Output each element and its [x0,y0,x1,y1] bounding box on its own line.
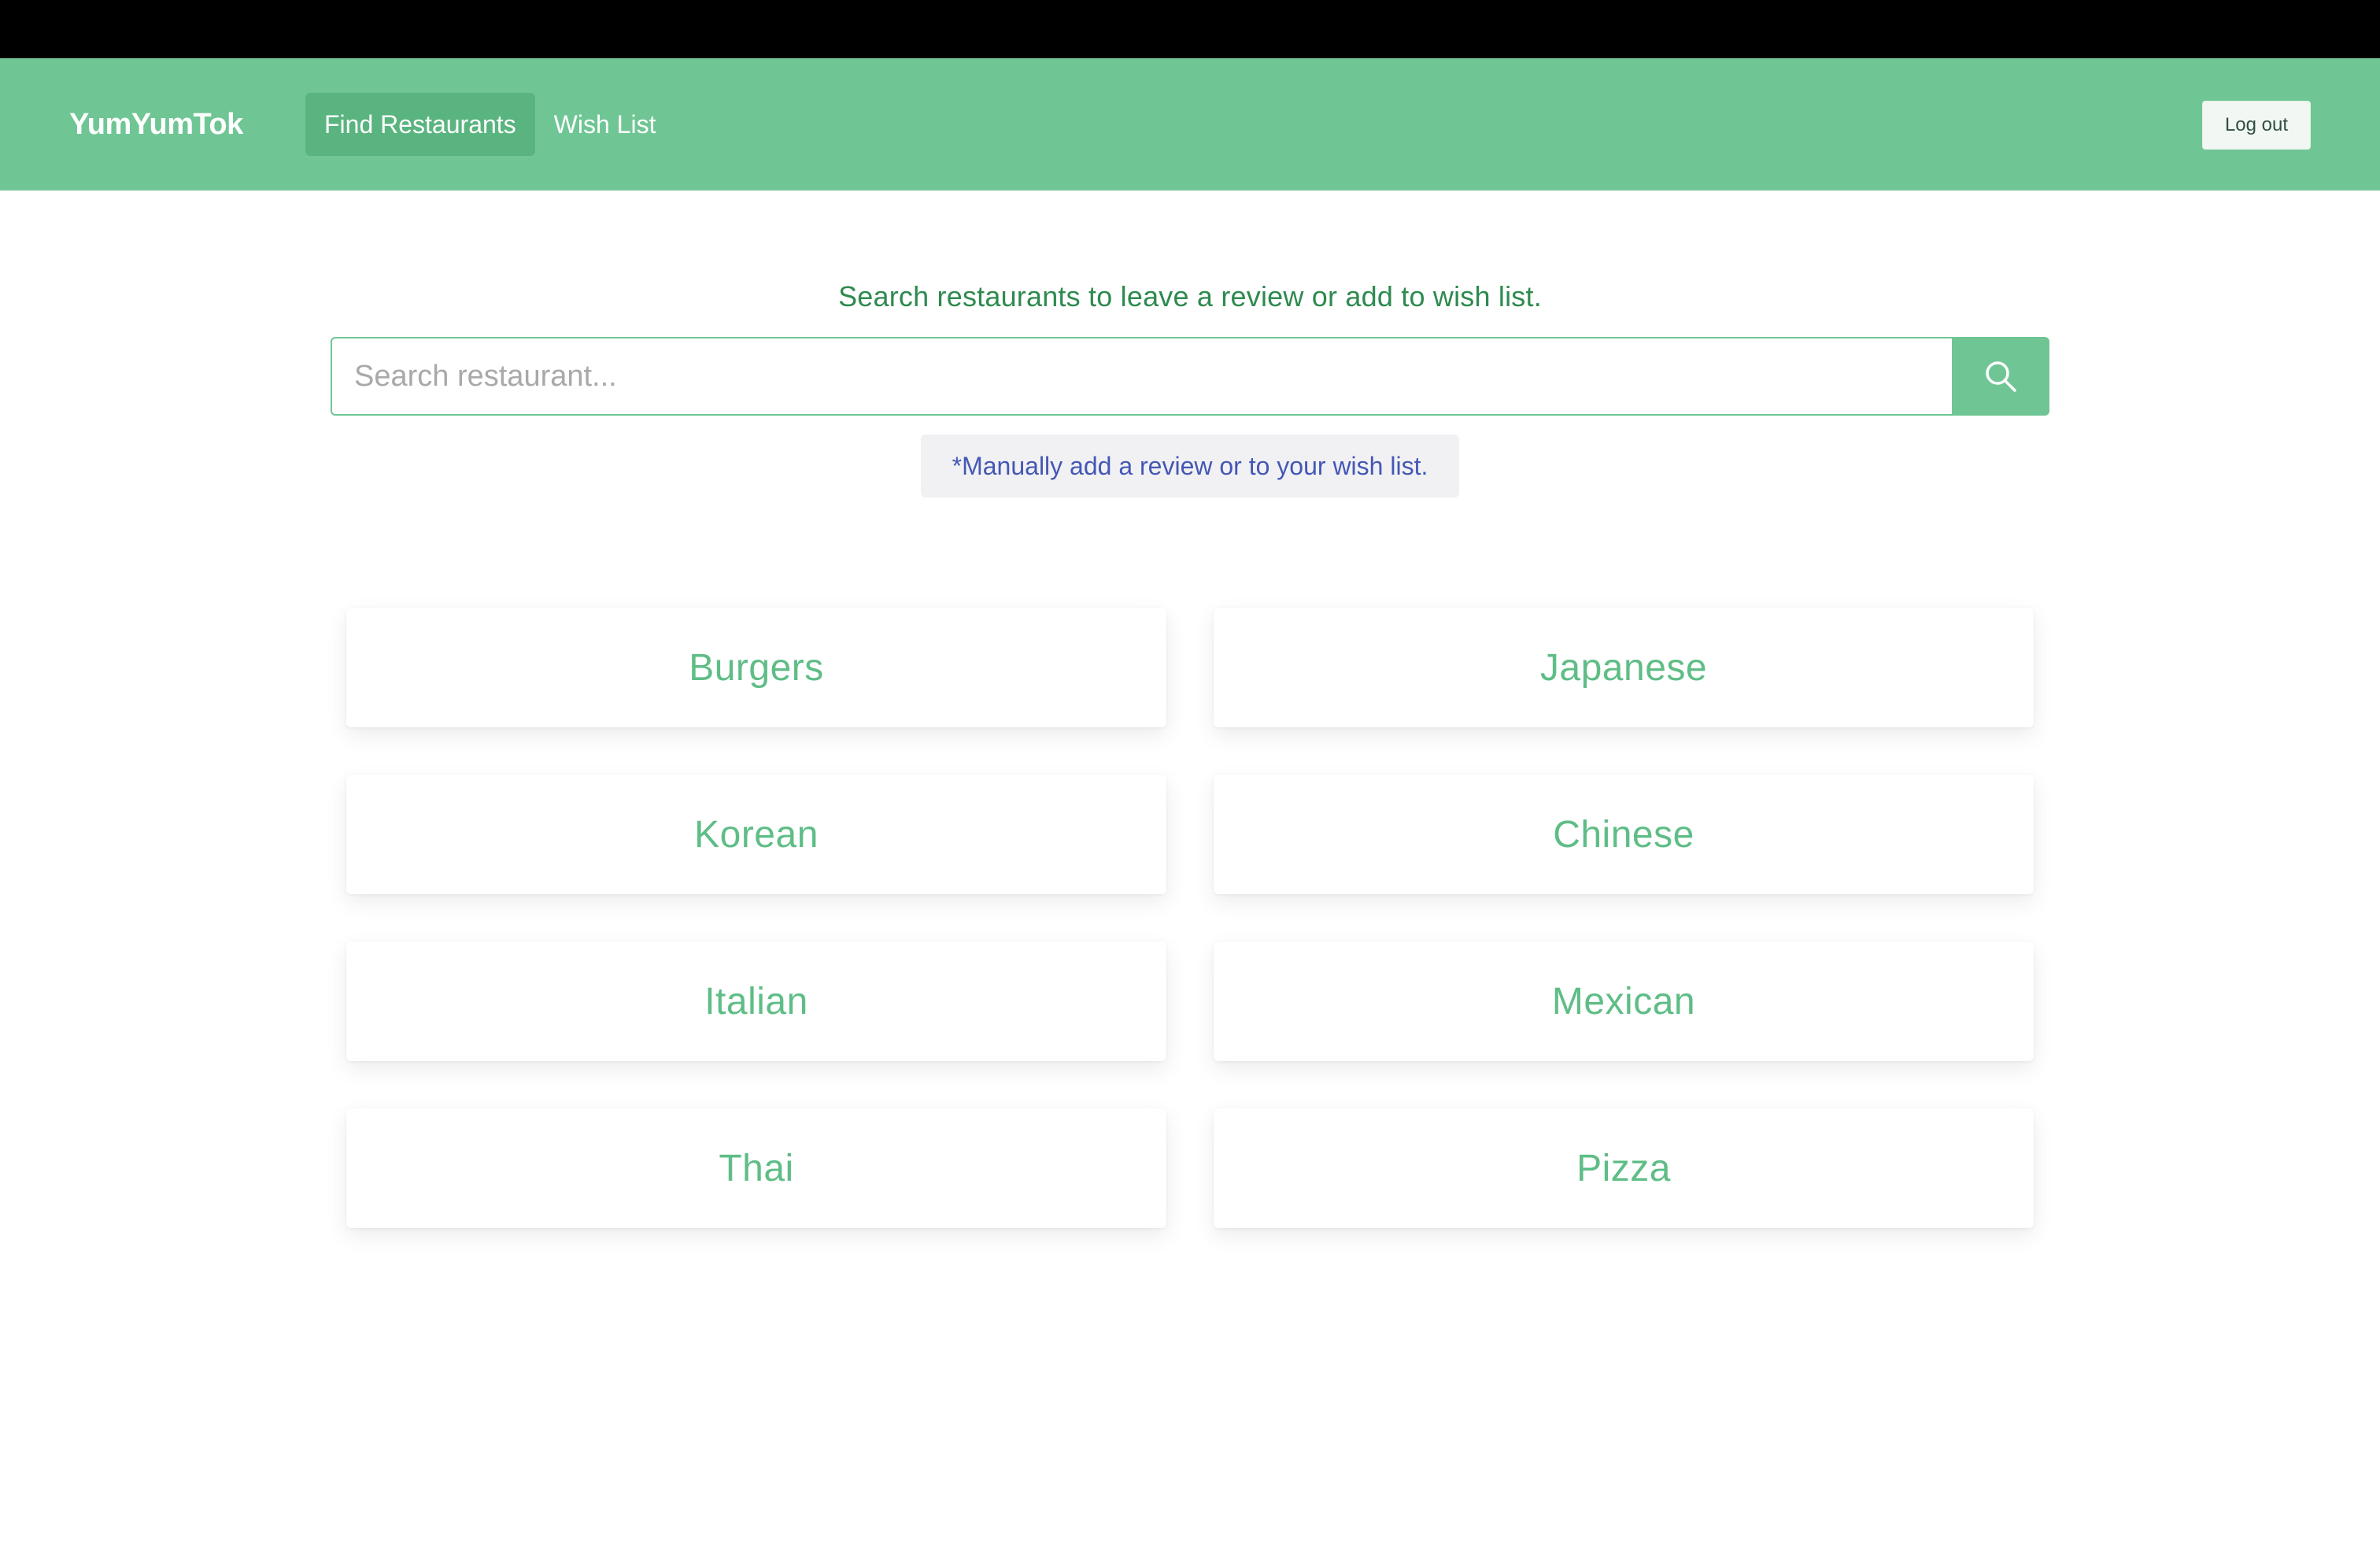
brand-logo[interactable]: YumYumTok [69,58,243,190]
category-card-japanese[interactable]: Japanese [1214,608,2034,727]
search-bar [331,337,2049,416]
category-card-italian[interactable]: Italian [346,941,1166,1061]
logout-button[interactable]: Log out [2202,101,2311,150]
category-card-korean[interactable]: Korean [346,775,1166,894]
category-card-pizza[interactable]: Pizza [1214,1108,2034,1228]
category-card-mexican[interactable]: Mexican [1214,941,2034,1061]
search-button[interactable] [1952,337,2049,416]
category-card-burgers[interactable]: Burgers [346,608,1166,727]
top-bar [0,0,2380,58]
nav-wish-list[interactable]: Wish List [535,93,675,156]
nav-find-restaurants[interactable]: Find Restaurants [305,93,535,156]
search-input[interactable] [331,337,1952,416]
manual-add-link[interactable]: *Manually add a review or to your wish l… [921,435,1459,497]
navbar: YumYumTok Find Restaurants Wish List Log… [0,58,2380,190]
category-card-thai[interactable]: Thai [346,1108,1166,1228]
category-grid: Burgers Japanese Korean Chinese Italian … [346,608,2034,1228]
category-card-chinese[interactable]: Chinese [1214,775,2034,894]
search-subtitle: Search restaurants to leave a review or … [838,280,1542,313]
search-icon [1986,361,2016,392]
nav-links: Find Restaurants Wish List [305,93,674,156]
